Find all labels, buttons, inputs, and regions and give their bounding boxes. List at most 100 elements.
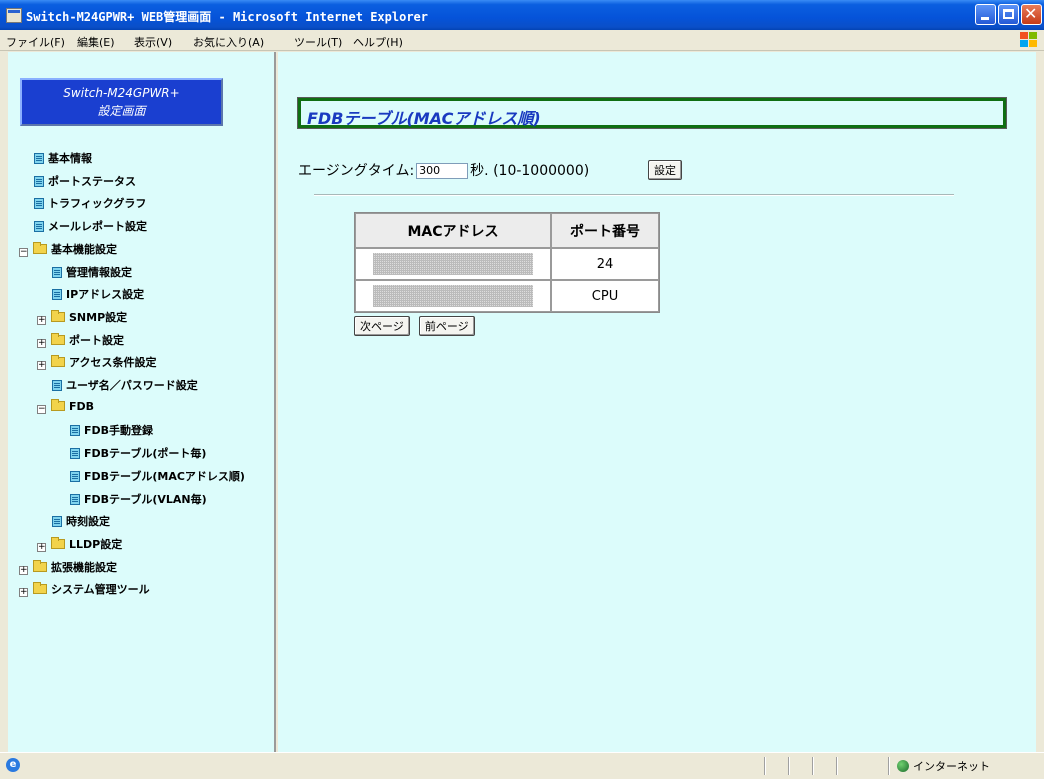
folder-open-icon	[51, 398, 65, 411]
nav-item-label: アクセス条件設定	[69, 356, 157, 370]
nav-item-label: FDB	[69, 399, 95, 413]
nav-item-label: FDB手動登録	[84, 424, 154, 438]
aging-time-input[interactable]	[416, 162, 469, 179]
page-title: FDBテーブル(MACアドレス順)	[307, 109, 541, 128]
nav-item[interactable]: FDBテーブル(ポート毎)	[70, 445, 206, 461]
nav-item-label: ユーザ名／パスワード設定	[66, 379, 198, 392]
nav-item[interactable]: 管理情報設定	[52, 264, 132, 280]
nav-item[interactable]: IPアドレス設定	[52, 286, 144, 302]
nav-item[interactable]: トラフィックグラフ	[34, 195, 146, 211]
nav-item[interactable]: + ポート設定	[37, 332, 124, 348]
page-icon	[70, 470, 80, 482]
nav-item-label: ポート設定	[69, 333, 124, 347]
folder-icon	[51, 536, 65, 549]
nav-item[interactable]: FDBテーブル(MACアドレス順)	[70, 468, 245, 484]
page-icon	[70, 493, 80, 505]
nav-item[interactable]: − 基本機能設定	[19, 241, 117, 257]
content-frame: FDBテーブル(MACアドレス順) エージングタイム: 秒. (10-100000…	[278, 52, 1036, 752]
nav-item-label: 時刻設定	[66, 515, 110, 529]
expand-icon[interactable]: +	[37, 542, 46, 552]
security-zone: インターネット	[897, 758, 990, 774]
nav-item[interactable]: + 拡張機能設定	[19, 559, 117, 575]
brand-model: Switch-M24GPWR+	[63, 86, 180, 100]
port-cell: 24	[551, 248, 659, 280]
ie-status-icon: e	[6, 758, 20, 772]
page-icon	[70, 425, 80, 437]
frame-edge	[1036, 52, 1044, 752]
nav-item-label: IPアドレス設定	[66, 288, 145, 302]
ie-page-icon	[6, 8, 22, 23]
nav-item[interactable]: 基本情報	[34, 150, 92, 166]
expand-icon[interactable]: +	[37, 315, 46, 325]
aging-time-label: エージングタイム:	[298, 163, 415, 179]
collapse-icon[interactable]: −	[37, 404, 46, 414]
nav-item-label: トラフィックグラフ	[48, 197, 147, 211]
nav-item-label: システム管理ツール	[51, 583, 150, 597]
prev-page-button[interactable]: 前ページ	[418, 316, 475, 336]
expand-icon[interactable]: +	[37, 338, 46, 348]
table-row: 24	[355, 248, 659, 280]
masked-mac-address	[373, 285, 533, 307]
port-cell: CPU	[551, 280, 659, 312]
nav-item[interactable]: − FDB	[37, 398, 95, 416]
nav-item-label: LLDP設定	[69, 537, 123, 551]
nav-item[interactable]: + システム管理ツール	[19, 581, 150, 598]
status-separator	[812, 757, 814, 775]
page-icon	[70, 448, 80, 460]
expand-icon[interactable]: +	[37, 361, 46, 371]
nav-item[interactable]: FDBテーブル(VLAN毎)	[70, 491, 207, 507]
windows-logo-icon	[1020, 32, 1038, 48]
folder-open-icon	[33, 241, 47, 254]
page-icon	[34, 198, 44, 210]
menu-help[interactable]: ヘルプ(H)	[353, 34, 403, 50]
set-button[interactable]: 設定	[648, 160, 682, 180]
maximize-icon	[1003, 9, 1014, 19]
minimize-icon	[981, 17, 989, 20]
status-separator	[888, 757, 890, 775]
nav-item[interactable]: + SNMP設定	[37, 309, 127, 325]
nav-item[interactable]: + アクセス条件設定	[37, 354, 157, 371]
window-title-bar: Switch-M24GPWR+ WEB管理画面 - Microsoft Inte…	[0, 0, 1044, 30]
menu-edit[interactable]: 編集(E)	[77, 34, 115, 50]
close-button[interactable]: ✕	[1021, 4, 1042, 25]
nav-item[interactable]: 時刻設定	[52, 513, 110, 529]
status-separator	[836, 757, 838, 775]
nav-item[interactable]: FDB手動登録	[70, 422, 153, 438]
aging-time-row: エージングタイム: 秒. (10-1000000)	[298, 160, 589, 180]
minimize-button[interactable]	[975, 4, 996, 25]
page-icon	[52, 289, 62, 301]
folder-icon	[33, 582, 47, 595]
table-header-row: MACアドレス ポート番号	[355, 213, 659, 248]
menu-bar: ファイル(F) 編集(E) 表示(V) お気に入り(A) ツール(T) ヘルプ(…	[0, 30, 1044, 51]
nav-item-label: ポートステータス	[48, 174, 136, 188]
page-icon	[52, 266, 62, 278]
nav-item[interactable]: メールレポート設定	[34, 218, 147, 234]
menu-view[interactable]: 表示(V)	[134, 34, 172, 50]
nav-item-label: メールレポート設定	[48, 220, 147, 234]
nav-item-label: 管理情報設定	[66, 265, 132, 279]
expand-icon[interactable]: +	[19, 565, 28, 575]
menu-file[interactable]: ファイル(F)	[6, 34, 65, 50]
next-page-button[interactable]: 次ページ	[354, 316, 410, 336]
folder-icon	[51, 332, 65, 345]
collapse-icon[interactable]: −	[19, 247, 28, 257]
page-icon	[34, 221, 44, 233]
page-icon	[34, 153, 44, 164]
maximize-button[interactable]	[998, 4, 1019, 25]
nav-item[interactable]: + LLDP設定	[37, 536, 122, 552]
page-icon	[34, 175, 44, 187]
nav-item[interactable]: ユーザ名／パスワード設定	[52, 377, 198, 393]
page-icon	[52, 516, 62, 528]
menu-tools[interactable]: ツール(T)	[294, 34, 342, 50]
nav-item-label: SNMP設定	[69, 310, 128, 324]
page-title-box: FDBテーブル(MACアドレス順)	[297, 97, 1007, 129]
brand-banner[interactable]: Switch-M24GPWR+ 設定画面	[20, 78, 223, 126]
window-title: Switch-M24GPWR+ WEB管理画面 - Microsoft Inte…	[26, 10, 429, 24]
expand-icon[interactable]: +	[19, 588, 28, 598]
status-separator	[788, 757, 790, 775]
globe-icon	[897, 760, 909, 772]
nav-item[interactable]: ポートステータス	[34, 173, 136, 189]
column-header-mac: MACアドレス	[355, 213, 551, 248]
aging-time-range: 秒. (10-1000000)	[470, 163, 590, 179]
menu-favorites[interactable]: お気に入り(A)	[193, 34, 264, 50]
